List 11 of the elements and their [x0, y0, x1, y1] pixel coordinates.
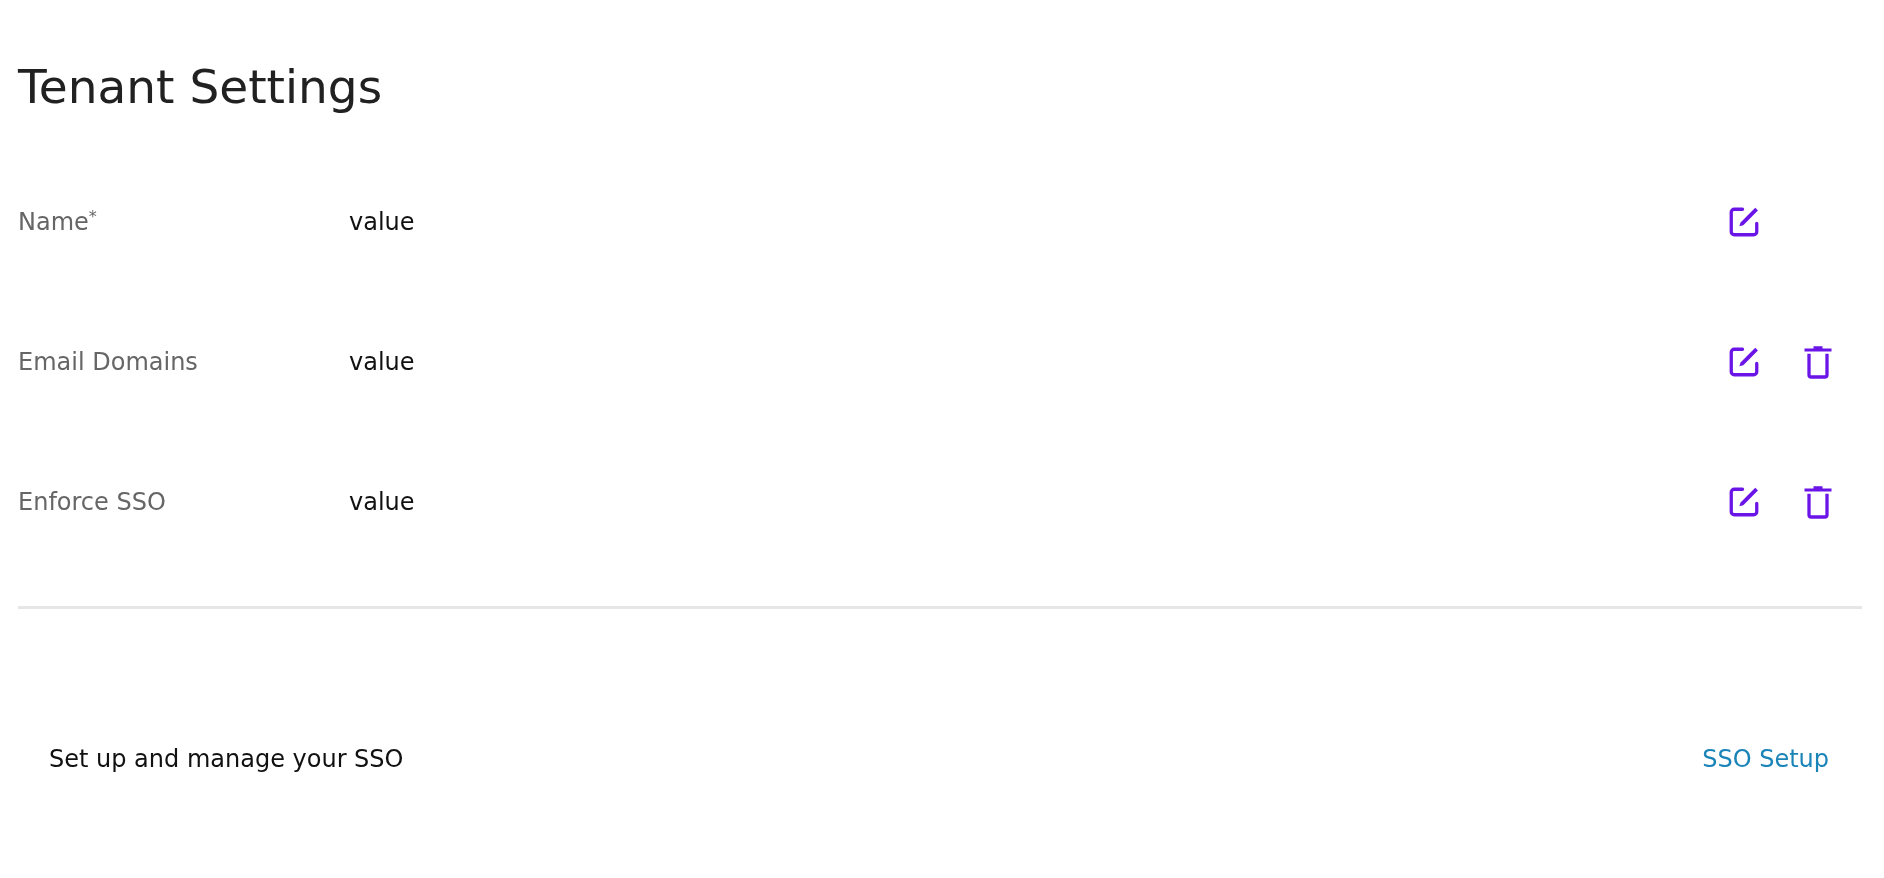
- field-label: Email Domains: [18, 348, 199, 376]
- field-value: value: [349, 348, 416, 376]
- field-value: value: [349, 488, 416, 516]
- delete-icon: [1802, 344, 1834, 380]
- delete-icon: [1802, 484, 1834, 520]
- sso-description: Set up and manage your SSO: [49, 745, 404, 773]
- field-label: Enforce SSO: [18, 488, 167, 516]
- field-label: Name$^{*}$: [18, 208, 98, 236]
- field-value: value: [349, 208, 416, 236]
- sso-setup-link[interactable]: SSO Setup: [1702, 745, 1829, 773]
- page-title: Tenant Settings: [18, 58, 384, 116]
